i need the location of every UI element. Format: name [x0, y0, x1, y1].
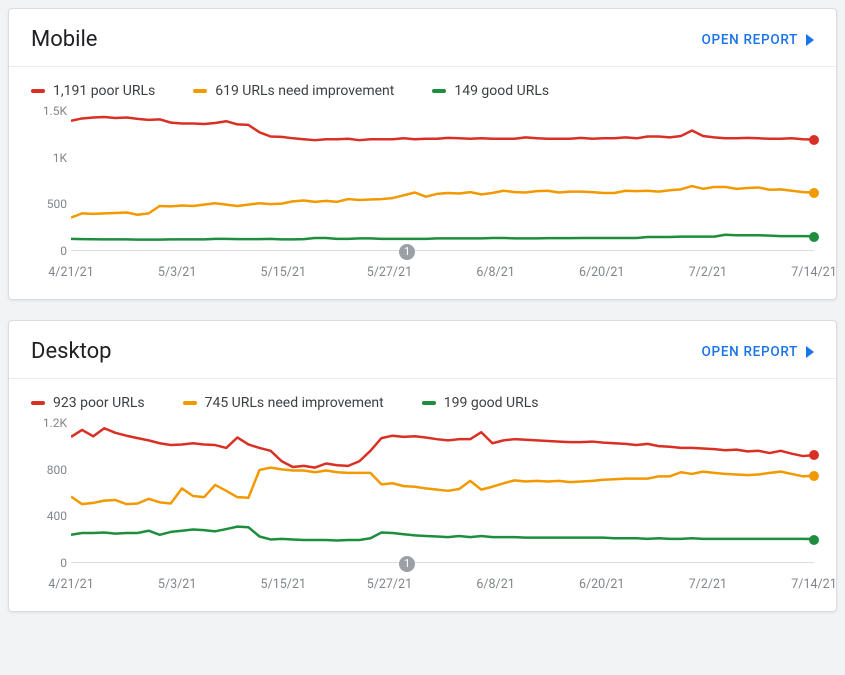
swatch-poor-icon: [31, 401, 45, 405]
x-tick: 7/14/21: [791, 265, 836, 280]
legend: 923 poor URLs 745 URLs need improvement …: [9, 379, 836, 423]
y-axis: 05001K1.5K: [31, 111, 71, 251]
x-tick: 6/20/21: [579, 577, 624, 592]
x-tick: 5/15/21: [261, 577, 306, 592]
x-axis: 4/21/215/3/215/15/215/27/216/8/216/20/21…: [71, 573, 814, 593]
series-end-dot-need: [809, 188, 819, 198]
swatch-good-icon: [422, 401, 436, 405]
x-tick: 5/3/21: [158, 265, 196, 280]
chevron-right-icon: [806, 346, 814, 358]
x-tick: 6/20/21: [579, 265, 624, 280]
event-marker[interactable]: 1: [399, 244, 415, 260]
legend-item-good: 199 good URLs: [422, 395, 539, 411]
series-end-dot-poor: [809, 135, 819, 145]
series-end-dot-good: [809, 232, 819, 242]
legend-item-need: 619 URLs need improvement: [193, 83, 394, 99]
card-title: Mobile: [31, 27, 97, 52]
y-tick: 0: [60, 244, 67, 258]
swatch-need-icon: [193, 89, 207, 93]
series-line-need: [71, 468, 814, 505]
legend-label-poor: 923 poor URLs: [53, 395, 145, 411]
y-tick: 500: [47, 197, 67, 211]
chart: 04008001.2K 1 4/21/215/3/215/15/215/27/2…: [31, 423, 814, 593]
x-tick: 4/21/21: [48, 265, 93, 280]
legend-label-poor: 1,191 poor URLs: [53, 83, 155, 99]
plot: 1: [71, 111, 814, 251]
series-line-good: [71, 235, 814, 240]
plot: 1: [71, 423, 814, 563]
legend-label-good: 149 good URLs: [454, 83, 549, 99]
x-tick: 7/2/21: [689, 577, 727, 592]
event-marker[interactable]: 1: [399, 556, 415, 572]
x-tick: 5/27/21: [367, 265, 412, 280]
x-axis: 4/21/215/3/215/15/215/27/216/8/216/20/21…: [71, 261, 814, 281]
open-report-label: OPEN REPORT: [702, 32, 799, 48]
legend-item-poor: 923 poor URLs: [31, 395, 145, 411]
x-tick: 6/8/21: [476, 577, 514, 592]
x-tick: 4/21/21: [48, 577, 93, 592]
y-tick: 1.2K: [43, 416, 67, 430]
y-tick: 1K: [53, 151, 67, 165]
x-tick: 7/2/21: [689, 265, 727, 280]
x-tick: 5/15/21: [261, 265, 306, 280]
legend-item-poor: 1,191 poor URLs: [31, 83, 155, 99]
card-title: Desktop: [31, 339, 112, 364]
chart: 05001K1.5K 1 4/21/215/3/215/15/215/27/21…: [31, 111, 814, 281]
y-tick: 400: [47, 509, 67, 523]
series-line-good: [71, 527, 814, 541]
y-tick: 1.5K: [43, 104, 67, 118]
x-tick: 6/8/21: [476, 265, 514, 280]
legend-label-good: 199 good URLs: [444, 395, 539, 411]
series-end-dot-poor: [809, 450, 819, 460]
series-end-dot-good: [809, 535, 819, 545]
x-tick: 5/27/21: [367, 577, 412, 592]
x-tick: 5/3/21: [158, 577, 196, 592]
y-tick: 800: [47, 463, 67, 477]
legend: 1,191 poor URLs 619 URLs need improvemen…: [9, 67, 836, 111]
y-axis: 04008001.2K: [31, 423, 71, 563]
legend-item-need: 745 URLs need improvement: [183, 395, 384, 411]
series-end-dot-need: [809, 471, 819, 481]
legend-label-need: 745 URLs need improvement: [205, 395, 384, 411]
open-report-label: OPEN REPORT: [702, 344, 799, 360]
series-line-poor: [71, 428, 814, 467]
card-desktop: Desktop OPEN REPORT 923 poor URLs 745 UR…: [8, 320, 837, 612]
y-tick: 0: [60, 556, 67, 570]
swatch-poor-icon: [31, 89, 45, 93]
legend-label-need: 619 URLs need improvement: [215, 83, 394, 99]
chevron-right-icon: [806, 34, 814, 46]
series-line-poor: [71, 117, 814, 140]
swatch-need-icon: [183, 401, 197, 405]
open-report-button[interactable]: OPEN REPORT: [702, 344, 815, 360]
x-tick: 7/14/21: [791, 577, 836, 592]
legend-item-good: 149 good URLs: [432, 83, 549, 99]
series-line-need: [71, 186, 814, 217]
open-report-button[interactable]: OPEN REPORT: [702, 32, 815, 48]
card-mobile: Mobile OPEN REPORT 1,191 poor URLs 619 U…: [8, 8, 837, 300]
swatch-good-icon: [432, 89, 446, 93]
